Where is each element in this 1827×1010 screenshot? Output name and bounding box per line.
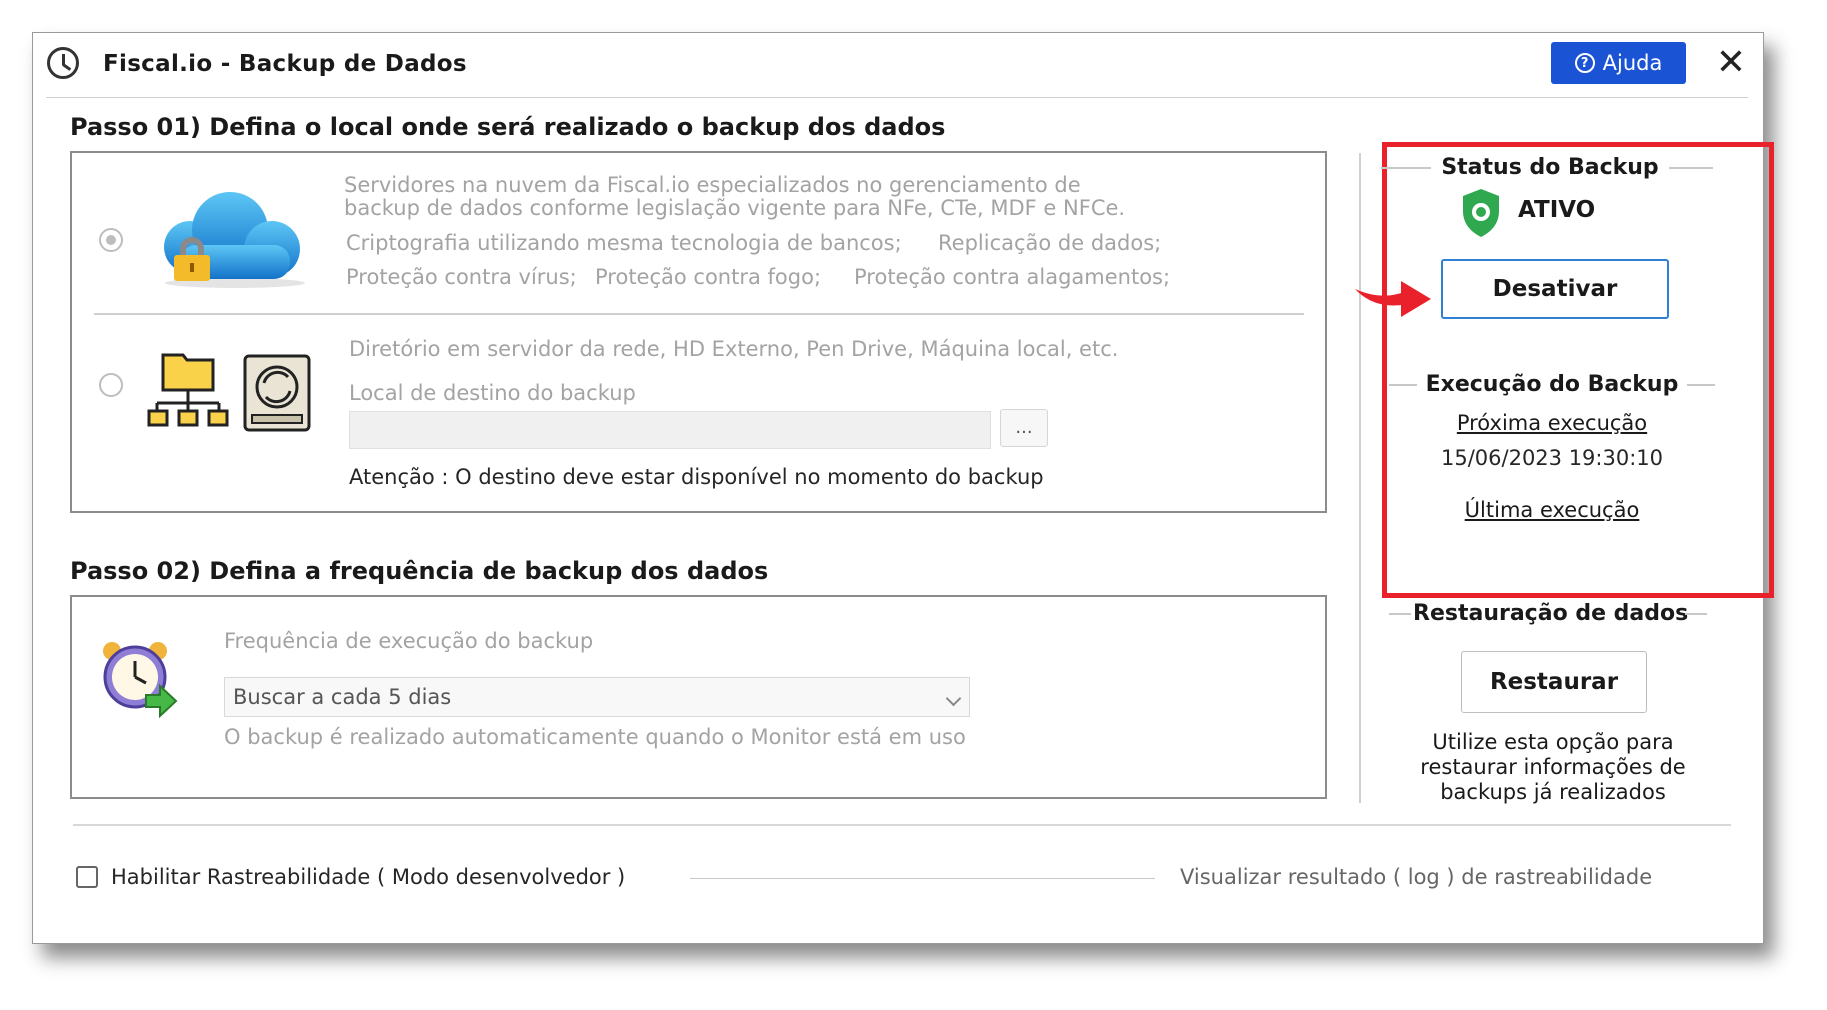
hard-drive-icon bbox=[243, 354, 311, 432]
local-description: Diretório em servidor da rede, HD Extern… bbox=[349, 337, 1119, 361]
cloud-lock-icon bbox=[164, 192, 305, 288]
footer-line bbox=[690, 878, 1155, 879]
cloud-description-line2: backup de dados conforme legislação vige… bbox=[344, 196, 1126, 220]
footer-divider bbox=[73, 824, 1731, 826]
shield-icon bbox=[1463, 189, 1499, 237]
backup-location-box: Servidores na nuvem da Fiscal.io especia… bbox=[70, 151, 1327, 513]
close-icon: ✕ bbox=[1715, 42, 1747, 83]
browse-button[interactable]: ... bbox=[1000, 409, 1048, 447]
status-title-line-left bbox=[1381, 167, 1431, 169]
cloud-feature-fire: Proteção contra fogo; bbox=[595, 265, 822, 289]
status-title-line-right bbox=[1669, 167, 1713, 169]
option-divider bbox=[94, 313, 1304, 315]
next-execution-datetime: 15/06/2023 19:30:10 bbox=[1440, 446, 1664, 470]
backup-frequency-box: Frequência de execução do backup Buscar … bbox=[70, 595, 1327, 799]
trace-checkbox-label[interactable]: Habilitar Rastreabilidade ( Modo desenvo… bbox=[111, 865, 625, 889]
backup-window: Fiscal.io - Backup de Dados ? Ajuda ✕ Pa… bbox=[32, 32, 1774, 944]
help-button[interactable]: ? Ajuda bbox=[1551, 42, 1686, 84]
destination-warning: Atenção : O destino deve estar disponíve… bbox=[349, 465, 1044, 489]
right-column-divider bbox=[1359, 153, 1361, 803]
restore-description-line1: Utilize esta opção para bbox=[1432, 730, 1674, 754]
next-execution-link[interactable]: Próxima execução bbox=[1421, 411, 1683, 435]
clock-icon bbox=[47, 47, 79, 79]
status-state: ATIVO bbox=[1518, 197, 1596, 223]
restore-title-line-left bbox=[1389, 613, 1411, 615]
cloud-feature-replication: Replicação de dados; bbox=[938, 231, 1162, 255]
frequency-note: O backup é realizado automaticamente qua… bbox=[224, 725, 966, 749]
view-log-link[interactable]: Visualizar resultado ( log ) de rastreab… bbox=[1180, 865, 1652, 889]
execution-title-line-left bbox=[1389, 384, 1417, 386]
destination-label: Local de destino do backup bbox=[349, 381, 636, 405]
frequency-select[interactable]: Buscar a cada 5 dias bbox=[224, 677, 970, 717]
arrow-right-icon bbox=[1355, 281, 1431, 317]
last-execution-link[interactable]: Última execução bbox=[1421, 498, 1683, 522]
close-button[interactable]: ✕ bbox=[1709, 41, 1753, 85]
title-bar: Fiscal.io - Backup de Dados ? Ajuda ✕ bbox=[33, 33, 1763, 97]
execution-title: Execução do Backup bbox=[1425, 372, 1679, 397]
execution-title-line-right bbox=[1687, 384, 1715, 386]
frequency-label: Frequência de execução do backup bbox=[224, 629, 594, 653]
cloud-description-line1: Servidores na nuvem da Fiscal.io especia… bbox=[344, 173, 1081, 197]
restore-title: Restauração de dados bbox=[1413, 601, 1689, 626]
status-title: Status do Backup bbox=[1441, 155, 1659, 180]
step1-title: Passo 01) Defina o local onde será reali… bbox=[70, 113, 946, 141]
help-label: Ajuda bbox=[1602, 51, 1663, 75]
folder-network-icon bbox=[147, 353, 229, 427]
restore-description-line3: backups já realizados bbox=[1440, 780, 1666, 804]
restore-description-line2: restaurar informações de bbox=[1420, 755, 1686, 779]
restore-title-line-right bbox=[1685, 613, 1707, 615]
restore-button[interactable]: Restaurar bbox=[1461, 651, 1647, 713]
frequency-select-value: Buscar a cada 5 dias bbox=[233, 685, 452, 709]
cloud-feature-encryption: Criptografia utilizando mesma tecnologia… bbox=[346, 231, 902, 255]
window-title: Fiscal.io - Backup de Dados bbox=[103, 51, 467, 77]
step2-title: Passo 02) Defina a frequência de backup … bbox=[70, 557, 769, 585]
chevron-down-icon bbox=[945, 690, 962, 707]
local-option-radio[interactable] bbox=[99, 373, 123, 397]
destination-input[interactable] bbox=[349, 411, 991, 449]
cloud-feature-virus: Proteção contra vírus; bbox=[346, 265, 577, 289]
cloud-option-radio[interactable] bbox=[99, 228, 123, 252]
deactivate-button[interactable]: Desativar bbox=[1441, 259, 1669, 319]
alarm-clock-icon bbox=[103, 642, 178, 719]
cloud-feature-flood: Proteção contra alagamentos; bbox=[854, 265, 1171, 289]
question-icon: ? bbox=[1574, 53, 1595, 73]
trace-checkbox[interactable] bbox=[76, 866, 98, 888]
